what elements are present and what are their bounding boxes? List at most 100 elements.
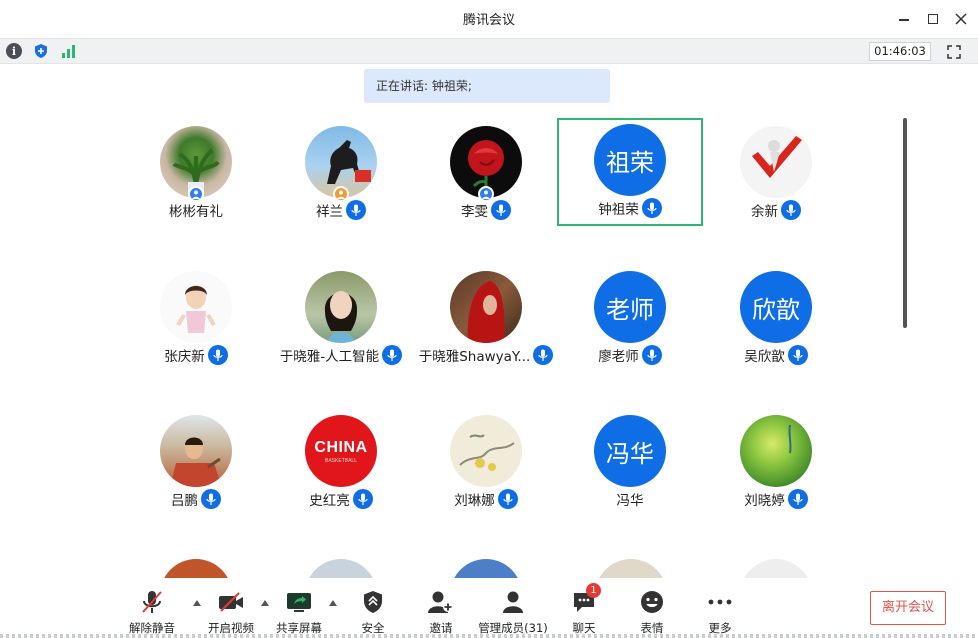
add-user-icon: [426, 587, 456, 617]
microphone-icon[interactable]: [491, 200, 511, 220]
microphone-icon[interactable]: [787, 489, 808, 509]
share-screen-button[interactable]: 共享屏幕: [272, 578, 326, 638]
microphone-icon[interactable]: [641, 198, 662, 218]
microphone-icon[interactable]: [352, 489, 373, 509]
security-button[interactable]: 安全: [350, 578, 396, 638]
avatar-caption: CHINA: [314, 438, 368, 456]
participant-name: 吕鹏: [171, 493, 198, 509]
avatar-partial: [305, 559, 377, 579]
participant-tile[interactable]: 于晓雅ShawyaY...: [413, 265, 559, 373]
participant-tile[interactable]: 吕鹏: [123, 409, 269, 517]
invite-button[interactable]: 邀请: [418, 578, 464, 638]
microphone-icon[interactable]: [781, 200, 801, 220]
reactions-button[interactable]: 表情: [629, 578, 675, 638]
participant-tile[interactable]: CHINA BASKETBALL 史红亮: [268, 409, 414, 517]
start-video-button[interactable]: 开启视频: [204, 578, 258, 638]
avatar: [160, 415, 232, 487]
more-icon: [705, 587, 735, 617]
window-title: 腾讯会议: [462, 13, 515, 28]
microphone-muted-icon: [137, 587, 167, 617]
share-options-caret[interactable]: [328, 598, 338, 608]
video-options-caret[interactable]: [260, 598, 270, 608]
participant-tile[interactable]: 于晓雅-人工智能: [268, 265, 414, 373]
participant-tile[interactable]: 冯华 冯华: [557, 409, 703, 517]
avatar: 欣歆: [740, 271, 812, 343]
grid-scrollbar[interactable]: [903, 118, 907, 328]
avatar: 冯华: [594, 415, 666, 487]
audio-options-caret[interactable]: [192, 598, 202, 608]
participant-name: 廖老师: [598, 349, 639, 365]
participant-name: 于晓雅-人工智能: [279, 349, 380, 365]
fullscreen-icon[interactable]: [946, 44, 962, 60]
participant-tile[interactable]: 彬彬有礼: [123, 120, 269, 228]
bottom-divider: [0, 634, 978, 638]
avatar: [305, 271, 377, 343]
info-icon[interactable]: i: [6, 43, 22, 59]
participant-name: 于晓雅ShawyaY...: [418, 349, 531, 365]
microphone-icon[interactable]: [787, 345, 808, 365]
avatar-partial: [740, 559, 812, 579]
participant-name: 冯华: [616, 493, 644, 509]
participant-tile[interactable]: 祥兰: [268, 120, 414, 228]
meeting-timer: 01:46:03: [869, 42, 931, 61]
participant-name: 李雯: [461, 204, 488, 220]
members-icon: [498, 587, 528, 617]
avatar: 祖荣: [594, 124, 666, 196]
chat-button[interactable]: 1 聊天: [561, 578, 607, 638]
participant-tile[interactable]: 李雯: [413, 120, 559, 228]
microphone-icon[interactable]: [201, 489, 221, 509]
more-button[interactable]: 更多: [697, 578, 743, 638]
participant-tile[interactable]: 余新: [703, 120, 849, 228]
close-icon: [955, 13, 967, 25]
avatar: [740, 126, 812, 198]
avatar: CHINA BASKETBALL: [305, 415, 377, 487]
participant-name: 祥兰: [316, 204, 343, 220]
speaking-banner: 正在讲话: 钟祖荣;: [364, 69, 610, 103]
participant-name: 吴欣歆: [744, 349, 785, 365]
minimize-button[interactable]: [893, 8, 915, 30]
participant-name: 史红亮: [309, 493, 350, 509]
microphone-icon[interactable]: [382, 345, 403, 365]
participant-tile[interactable]: 刘琳娜: [413, 409, 559, 517]
signal-icon[interactable]: [61, 43, 77, 59]
avatar: 老师: [594, 271, 666, 343]
shield-icon: [358, 587, 388, 617]
microphone-icon[interactable]: [346, 200, 366, 220]
shield-icon[interactable]: [33, 43, 49, 59]
chat-unread-badge: 1: [586, 583, 601, 598]
chat-icon: 1: [569, 583, 601, 617]
participant-name: 余新: [751, 204, 778, 220]
close-button[interactable]: [950, 8, 972, 30]
meeting-toolbar: 解除静音 开启视频 共享屏幕 安全 邀请 管理成员(31) 1 聊天 表情 更多: [0, 578, 978, 638]
avatar-partial: [160, 559, 232, 579]
microphone-icon[interactable]: [207, 345, 228, 365]
participant-tile-active[interactable]: 祖荣 钟祖荣: [557, 118, 703, 226]
leave-meeting-button[interactable]: 离开会议: [870, 591, 946, 625]
participant-name: 张庆新: [164, 349, 205, 365]
microphone-icon[interactable]: [497, 489, 518, 509]
avatar-partial: [450, 559, 522, 579]
avatar-subcaption: BASKETBALL: [325, 457, 357, 464]
video-off-icon: [216, 587, 246, 617]
status-bar: i 01:46:03: [0, 38, 978, 64]
minimize-icon: [899, 19, 909, 21]
smiley-icon: [637, 587, 667, 617]
unmute-button[interactable]: 解除静音: [125, 578, 179, 638]
avatar: [740, 415, 812, 487]
participant-tile[interactable]: 刘晓婷: [703, 409, 849, 517]
maximize-icon: [928, 14, 938, 24]
share-screen-icon: [284, 587, 314, 617]
participant-tile[interactable]: 张庆新: [123, 265, 269, 373]
avatar-partial: [595, 559, 667, 579]
meeting-window: 腾讯会议 i 01:46:03 正在讲话: 钟祖荣; 彬彬有礼 祥兰 李雯 祖荣…: [0, 0, 978, 638]
maximize-button[interactable]: [922, 8, 944, 30]
microphone-icon[interactable]: [641, 345, 662, 365]
participant-tile[interactable]: 欣歆 吴欣歆: [703, 265, 849, 373]
participant-tile[interactable]: 老师 廖老师: [557, 265, 703, 373]
avatar: [450, 271, 522, 343]
participant-name: 刘晓婷: [744, 493, 785, 509]
microphone-icon[interactable]: [533, 345, 554, 365]
participant-name: 刘琳娜: [454, 493, 495, 509]
manage-members-button[interactable]: 管理成员(31): [478, 578, 548, 638]
participant-name: 彬彬有礼: [169, 204, 223, 220]
